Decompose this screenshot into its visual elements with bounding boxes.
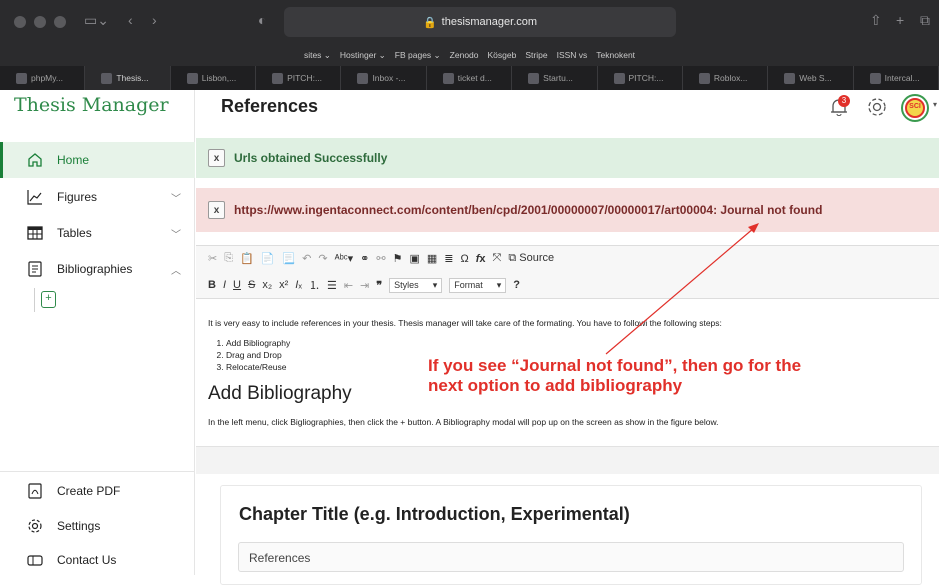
- annotation-callout: If you see “Journal not found”, then go …: [428, 356, 908, 396]
- browser-tab[interactable]: PITCH:...: [598, 66, 683, 90]
- browser-tab[interactable]: ticket d...: [427, 66, 513, 90]
- bookmark-hostinger[interactable]: Hostinger ⌄: [340, 50, 386, 61]
- sidebar-item-label: Bibliographies: [57, 262, 133, 276]
- bookmark-issn[interactable]: ISSN vs: [557, 50, 588, 60]
- main-content: References 3 SCI ▾ x Urls obtained Succe…: [196, 90, 939, 585]
- sidebar-item-label: Create PDF: [57, 484, 121, 498]
- app-logo[interactable]: Thesis Manager: [14, 94, 169, 116]
- bookmark-teknokent[interactable]: Teknokent: [596, 50, 635, 60]
- sidebar-item-create-pdf[interactable]: Create PDF: [0, 473, 195, 509]
- browser-toolbar: ▭⌄ ‹ › ◐ 🔒 thesismanager.com ⇧ + ⧉: [0, 0, 939, 44]
- browser-tab[interactable]: Inbox -...: [341, 66, 427, 90]
- sidebar-item-label: Figures: [57, 190, 98, 204]
- content-separator: [196, 446, 939, 474]
- sidebar-item-figures[interactable]: Figures ﹀: [0, 179, 195, 215]
- browser-tab[interactable]: PITCH:...: [256, 66, 342, 90]
- bookmarks-bar: sites ⌄ Hostinger ⌄ FB pages ⌄ Zenodo Kö…: [0, 44, 939, 66]
- address-bar[interactable]: 🔒 thesismanager.com: [284, 7, 676, 37]
- bookmark-stripe[interactable]: Stripe: [525, 50, 547, 60]
- tab-overview-icon[interactable]: ⧉: [920, 12, 930, 29]
- chapter-title: Chapter Title (e.g. Introduction, Experi…: [239, 504, 630, 524]
- bookmark-fb-pages[interactable]: FB pages ⌄: [395, 50, 441, 61]
- back-icon[interactable]: ‹: [128, 12, 133, 28]
- browser-tab[interactable]: Startu...: [512, 66, 598, 90]
- browser-tab[interactable]: Web S...: [768, 66, 854, 90]
- sidebar-item-label: Settings: [57, 519, 101, 533]
- bookmark-zenodo[interactable]: Zenodo: [450, 50, 479, 60]
- sidebar-item-home[interactable]: Home: [0, 142, 195, 178]
- sidebar-item-settings[interactable]: Settings: [0, 508, 195, 544]
- chevron-down-icon[interactable]: ﹀: [171, 226, 181, 241]
- sidebar-toggle-icon[interactable]: ▭⌄: [84, 12, 109, 29]
- gear-icon: [26, 517, 44, 535]
- address-text: thesismanager.com: [441, 16, 538, 28]
- mailbox-icon: [26, 551, 44, 569]
- bookmark-kosgeb[interactable]: Kösgeb: [488, 50, 517, 60]
- browser-tab[interactable]: Lisbon,...: [171, 66, 257, 90]
- browser-tabs: phpMy... Thesis... Lisbon,... PITCH:... …: [0, 66, 939, 90]
- chevron-down-icon[interactable]: ﹀: [171, 190, 181, 205]
- zoom-window-button[interactable]: [54, 16, 66, 28]
- add-document-icon: +: [41, 291, 56, 308]
- new-tab-icon[interactable]: +: [896, 12, 904, 28]
- browser-tab[interactable]: Intercal...: [854, 66, 939, 90]
- browser-tab-active[interactable]: Thesis...: [85, 66, 171, 90]
- browser-tab[interactable]: phpMy...: [0, 66, 86, 90]
- pdf-icon: [26, 482, 44, 500]
- sidebar-footer: Create PDF Settings Contact Us: [0, 471, 195, 567]
- sidebar-item-bibliographies[interactable]: Bibliographies ︿: [0, 251, 195, 287]
- references-panel[interactable]: References: [238, 542, 904, 572]
- annotation-line-1: If you see “Journal not found”, then go …: [428, 356, 802, 375]
- sidebar: Thesis Manager Home Figures ﹀ Tables ﹀ B…: [0, 90, 195, 575]
- lock-icon: 🔒: [422, 16, 437, 29]
- forward-icon[interactable]: ›: [152, 12, 157, 28]
- bookmark-sites[interactable]: sites ⌄: [304, 50, 331, 61]
- privacy-shield-icon[interactable]: ◐: [258, 12, 266, 28]
- home-icon: [26, 151, 44, 169]
- share-icon[interactable]: ⇧: [870, 12, 882, 29]
- table-icon: [26, 224, 44, 242]
- sidebar-item-label: Home: [57, 153, 90, 167]
- sidebar-item-contact-us[interactable]: Contact Us: [0, 542, 195, 578]
- minimize-window-button[interactable]: [34, 16, 46, 28]
- annotation-line-2: next option to add bibliography: [428, 376, 683, 395]
- bibliography-icon: [26, 260, 44, 278]
- browser-tab[interactable]: Roblox...: [683, 66, 769, 90]
- sidebar-item-label: Tables: [57, 226, 92, 240]
- line-chart-icon: [26, 188, 44, 206]
- chevron-up-icon[interactable]: ︿: [171, 262, 181, 277]
- close-window-button[interactable]: [14, 16, 26, 28]
- add-bibliography-button[interactable]: +: [34, 288, 74, 312]
- chapter-card: Chapter Title (e.g. Introduction, Experi…: [220, 485, 922, 585]
- sidebar-item-tables[interactable]: Tables ﹀: [0, 215, 195, 251]
- sidebar-item-label: Contact Us: [57, 553, 117, 567]
